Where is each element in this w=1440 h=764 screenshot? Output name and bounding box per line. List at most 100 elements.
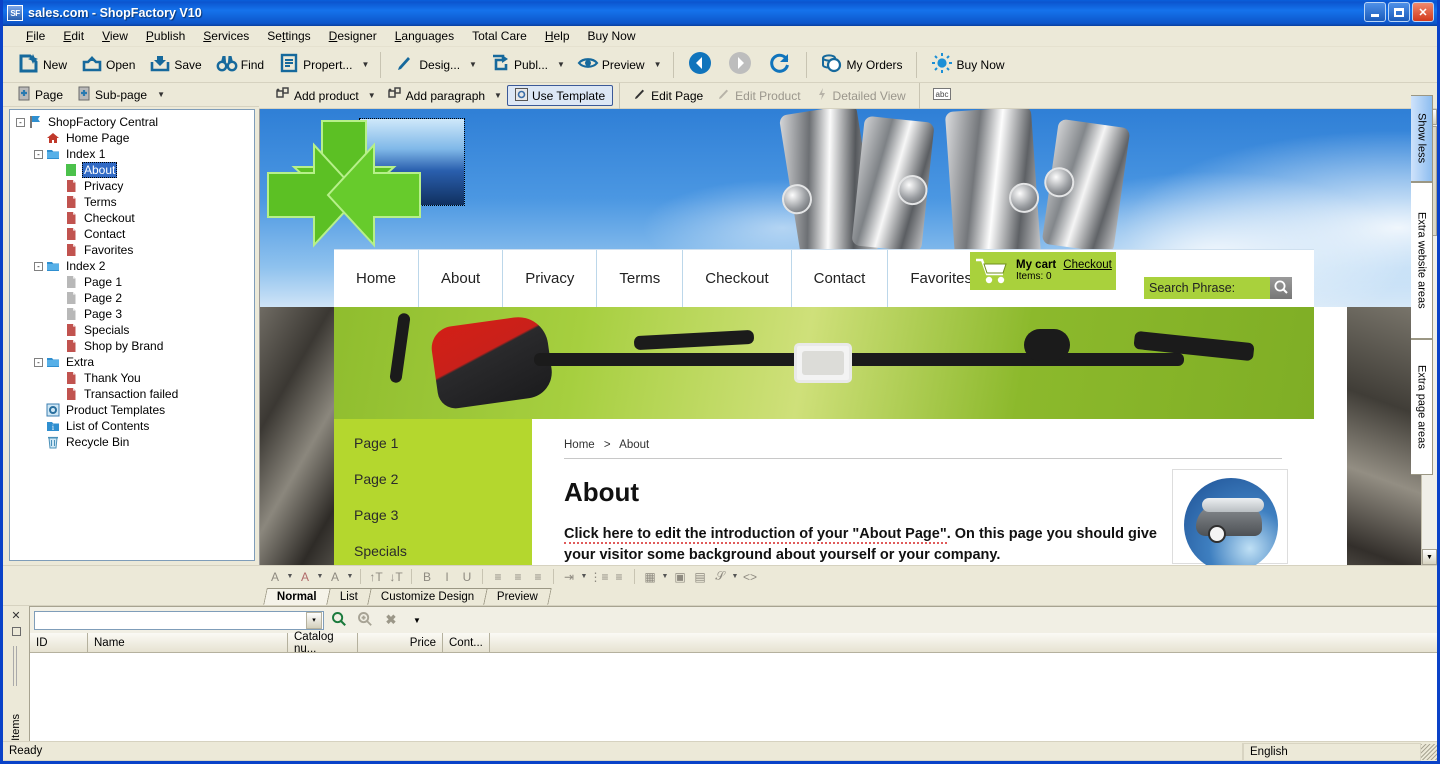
tree-item-home-page[interactable]: Home Page xyxy=(10,130,254,146)
toolbar-buy-now-button[interactable]: Buy Now xyxy=(923,50,1012,80)
align-left-icon[interactable]: ≡ xyxy=(488,568,508,586)
menu-publish[interactable]: Publish xyxy=(137,27,194,45)
add-subpage-button[interactable]: Sub-page xyxy=(71,84,153,106)
hyperlink-icon[interactable]: 𝒮 xyxy=(710,568,730,586)
toolbar-find-button[interactable]: Find xyxy=(209,50,271,80)
site-nav-item-about[interactable]: About xyxy=(419,249,504,308)
menu-file[interactable]: File xyxy=(17,27,54,45)
maximize-button[interactable] xyxy=(1388,2,1410,22)
font-color-icon[interactable]: A xyxy=(265,568,285,586)
search-button[interactable] xyxy=(1270,277,1292,299)
detailed-view-button[interactable]: Detailed View xyxy=(808,85,913,106)
helmet-product-image[interactable] xyxy=(1172,469,1288,565)
toolbar-preview-button[interactable]: Preview xyxy=(570,50,652,80)
menu-total-care[interactable]: Total Care xyxy=(463,27,536,45)
tree-item-product-templates[interactable]: Product Templates xyxy=(10,402,254,418)
right-tab-extra-page-areas[interactable]: Extra page areas xyxy=(1411,339,1433,475)
editor-tab-customize-design[interactable]: Customize Design xyxy=(366,588,488,605)
menu-settings[interactable]: Settings xyxy=(258,27,319,45)
toolbar-design-button[interactable]: Desig... xyxy=(387,50,467,80)
editor-tab-list[interactable]: List xyxy=(325,588,372,605)
site-nav-item-contact[interactable]: Contact xyxy=(792,249,889,308)
tree-item-list-of-contents[interactable]: i List of Contents xyxy=(10,418,254,434)
toolbar-my-orders-button[interactable]: My Orders xyxy=(813,50,910,80)
tree-item-page-1[interactable]: Page 1 xyxy=(10,274,254,290)
search-input[interactable]: Search Phrase: xyxy=(1144,277,1270,299)
table-dropdown-arrow[interactable]: ▼ xyxy=(660,573,670,580)
toolbar-refresh-button[interactable] xyxy=(760,50,800,80)
numbered-list-icon[interactable]: ⋮≡ xyxy=(589,568,609,586)
site-nav-item-privacy[interactable]: Privacy xyxy=(503,249,598,308)
tree-item-shop-by-brand[interactable]: Shop by Brand xyxy=(10,338,254,354)
indent-icon[interactable]: ⇥ xyxy=(559,568,579,586)
right-tab-extra-website-areas[interactable]: Extra website areas xyxy=(1411,182,1433,339)
items-panel-restore-button[interactable] xyxy=(11,627,21,636)
my-cart-box[interactable]: My cart Checkout Items: 0 xyxy=(970,252,1116,290)
toolbar-forward-button[interactable] xyxy=(720,50,760,80)
add-product-button[interactable]: Add product xyxy=(269,85,366,106)
items-column-catalog-nu-[interactable]: Catalog nu... xyxy=(288,631,358,655)
tree-item-recycle-bin[interactable]: Recycle Bin xyxy=(10,434,254,450)
design-dropdown-arrow[interactable]: ▼ xyxy=(467,60,482,69)
indent-dropdown-arrow[interactable]: ▼ xyxy=(579,573,589,580)
items-column-cont-[interactable]: Cont... xyxy=(443,633,490,652)
editor-tab-preview[interactable]: Preview xyxy=(483,588,552,605)
menu-help[interactable]: Help xyxy=(536,27,579,45)
website-preview[interactable]: Home About Privacy Terms Checkout Contact Favo… xyxy=(259,109,1421,565)
preview-dropdown-arrow[interactable]: ▼ xyxy=(652,60,667,69)
menu-designer[interactable]: Designer xyxy=(320,27,386,45)
increase-font-icon[interactable]: ↑T xyxy=(366,568,386,586)
page-dropdown-arrow[interactable]: ▼ xyxy=(155,90,170,99)
text-highlight-icon[interactable]: A xyxy=(295,568,315,586)
tree-item-privacy[interactable]: Privacy xyxy=(10,178,254,194)
insert-media-icon[interactable]: ▤ xyxy=(690,568,710,586)
properties-dropdown-arrow[interactable]: ▼ xyxy=(359,60,374,69)
site-left-nav-item-page-1[interactable]: Page 1 xyxy=(354,435,532,451)
tree-expander-icon[interactable]: - xyxy=(34,261,43,271)
tree-item-favorites[interactable]: Favorites xyxy=(10,242,254,258)
publish-dropdown-arrow[interactable]: ▼ xyxy=(555,60,570,69)
add-product-dropdown-arrow[interactable]: ▼ xyxy=(366,91,381,100)
use-template-button[interactable]: Use Template xyxy=(506,85,614,106)
toolbar-new-button[interactable]: New xyxy=(11,50,74,80)
menu-services[interactable]: Services xyxy=(194,27,258,45)
underline-icon[interactable]: U xyxy=(457,568,477,586)
resize-grip[interactable] xyxy=(1421,743,1437,760)
tree-item-shopfactory-central[interactable]: - ShopFactory Central xyxy=(10,114,254,130)
align-right-icon[interactable]: ≡ xyxy=(528,568,548,586)
hyperlink-dropdown-arrow[interactable]: ▼ xyxy=(730,573,740,580)
tree-item-contact[interactable]: Contact xyxy=(10,226,254,242)
italic-icon[interactable]: I xyxy=(437,568,457,586)
tree-expander-icon[interactable]: - xyxy=(34,149,43,159)
tree-item-index-1[interactable]: - Index 1 xyxy=(10,146,254,162)
toolbar-back-button[interactable] xyxy=(680,50,720,80)
add-paragraph-button[interactable]: Add paragraph xyxy=(381,85,492,106)
minimize-button[interactable] xyxy=(1364,2,1386,22)
site-nav-item-home[interactable]: Home xyxy=(334,249,420,308)
tree-expander-icon[interactable]: - xyxy=(16,117,25,127)
align-center-icon[interactable]: ≡ xyxy=(508,568,528,586)
cart-checkout-link[interactable]: Checkout xyxy=(1063,259,1112,271)
items-panel-close-button[interactable]: ✕ xyxy=(11,609,20,622)
items-column-price[interactable]: Price xyxy=(358,633,443,652)
tree-item-page-2[interactable]: Page 2 xyxy=(10,290,254,306)
add-page-button[interactable]: Page xyxy=(11,84,69,106)
items-zoom-search-button[interactable] xyxy=(354,610,376,630)
insert-image-icon[interactable]: ▣ xyxy=(670,568,690,586)
items-more-options-button[interactable]: ▼ xyxy=(406,610,428,630)
menu-buy-now[interactable]: Buy Now xyxy=(579,27,645,45)
toolbar-open-button[interactable]: Open xyxy=(74,50,142,80)
site-left-nav-item-page-2[interactable]: Page 2 xyxy=(354,471,532,487)
tree-item-transaction-failed[interactable]: Transaction failed xyxy=(10,386,254,402)
tree-item-extra[interactable]: - Extra xyxy=(10,354,254,370)
items-column-id[interactable]: ID xyxy=(30,633,88,652)
table-icon[interactable]: ▦ xyxy=(640,568,660,586)
right-tab-show-less[interactable]: Show less xyxy=(1411,95,1433,182)
font-style-icon[interactable]: A xyxy=(325,568,345,586)
tree-item-about[interactable]: About xyxy=(10,162,254,178)
editor-tab-normal[interactable]: Normal xyxy=(263,588,331,605)
items-panel-grip[interactable] xyxy=(13,646,19,686)
bold-icon[interactable]: B xyxy=(417,568,437,586)
page-intro-text[interactable]: Click here to edit the introduction of y… xyxy=(564,524,1174,565)
tree-item-thank-you[interactable]: Thank You xyxy=(10,370,254,386)
